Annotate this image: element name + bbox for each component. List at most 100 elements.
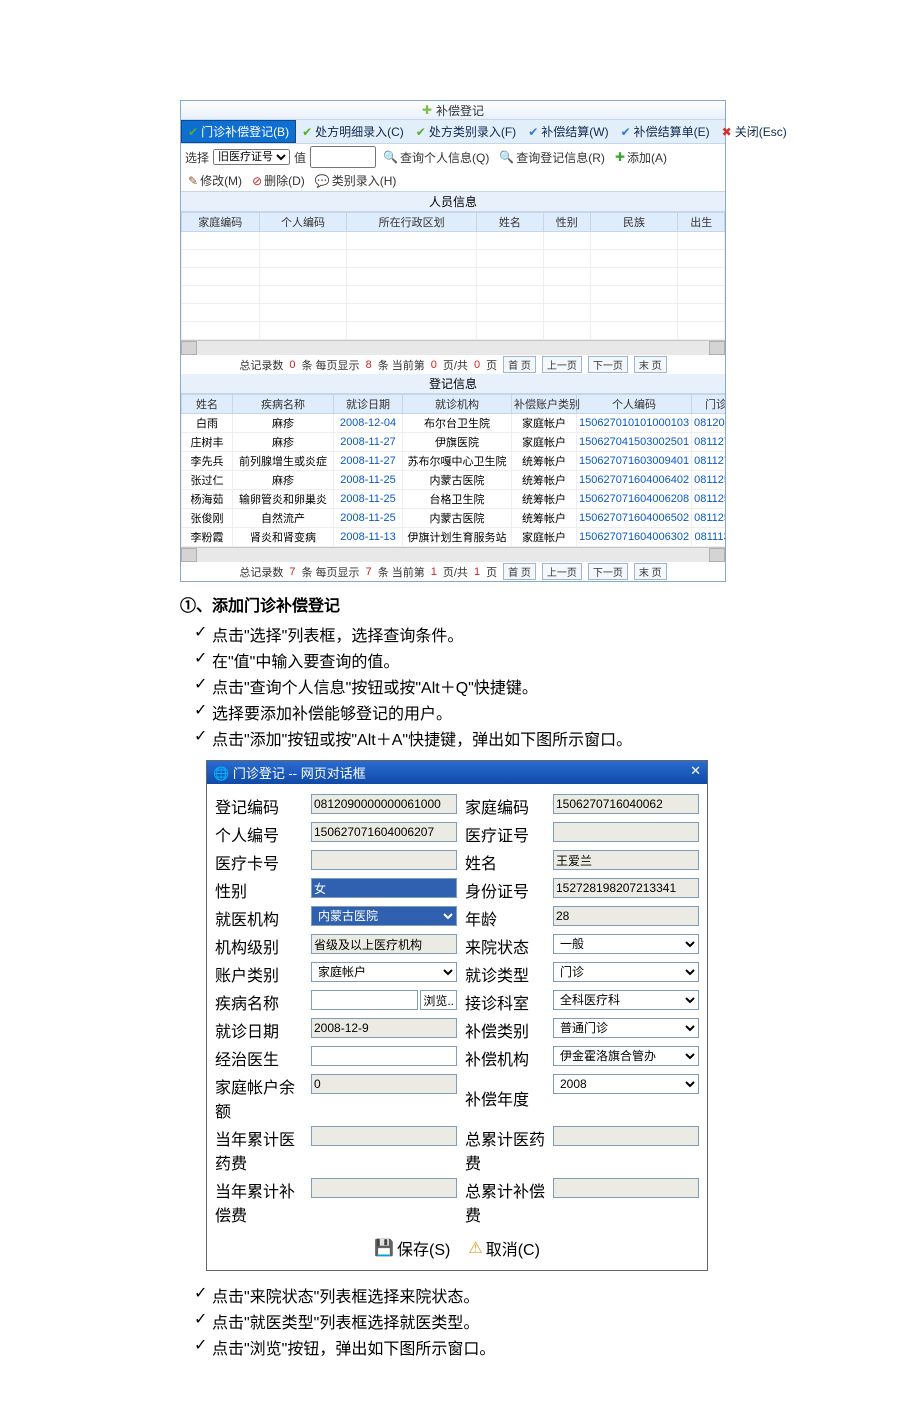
prev-page-button[interactable]: 上一页 <box>542 563 582 580</box>
lbl: 账户类别 <box>215 962 303 986</box>
class-button[interactable]: 💬类别录入(H) <box>312 172 400 189</box>
table-row[interactable] <box>182 232 725 250</box>
account-select[interactable]: 家庭帐户 <box>311 962 457 982</box>
pencil-icon: ✎ <box>188 174 198 188</box>
lbl: 经治医生 <box>215 1046 303 1070</box>
save-button[interactable]: 💾保存(S) <box>374 1236 450 1260</box>
reg-code-field[interactable] <box>311 794 457 814</box>
value-input[interactable] <box>310 146 376 168</box>
tab-outpatient-reg[interactable]: ✔门诊补偿登记(B) <box>181 120 296 143</box>
year-med-field[interactable] <box>311 1126 457 1146</box>
close-icon[interactable]: ✕ <box>690 763 701 782</box>
arrow-left-icon[interactable] <box>181 548 197 562</box>
lbl: 医疗证号 <box>465 822 545 846</box>
first-page-button[interactable]: 首 页 <box>503 563 536 580</box>
forbid-icon: ⊘ <box>252 174 262 188</box>
first-page-button[interactable]: 首 页 <box>503 356 536 373</box>
table-row[interactable] <box>182 268 725 286</box>
tab-close[interactable]: ✖关闭(Esc) <box>716 120 793 143</box>
col: 门诊 <box>692 395 726 414</box>
table-row[interactable]: 庄树丰麻疹2008-11-27伊旗医院家庭帐户15062704150300250… <box>182 433 726 452</box>
lbl: 就诊日期 <box>215 1018 303 1042</box>
last-page-button[interactable]: 末 页 <box>634 563 667 580</box>
modify-button[interactable]: ✎修改(M) <box>185 172 245 189</box>
scrollbar-h[interactable] <box>181 547 725 562</box>
table-row[interactable] <box>182 322 725 340</box>
col: 就诊机构 <box>403 395 512 414</box>
value-label: 值 <box>294 149 306 166</box>
table-row[interactable]: 李粉霞肾炎和肾变病2008-11-13伊旗计划生育服务站家庭帐户15062707… <box>182 528 726 547</box>
balance-field[interactable] <box>311 1074 457 1094</box>
table-row[interactable] <box>182 250 725 268</box>
section-title-people: 人员信息 <box>181 192 725 212</box>
visit-date-field[interactable] <box>311 1018 457 1038</box>
total-comp-field[interactable] <box>553 1178 699 1198</box>
visit-type-select[interactable]: 门诊 <box>553 962 699 982</box>
app-title: 补偿登记 <box>436 102 484 119</box>
tab-settle-sheet[interactable]: ✔补偿结算单(E) <box>615 120 716 143</box>
status-select[interactable]: 一般 <box>553 934 699 954</box>
lbl: 年龄 <box>465 906 545 930</box>
scrollbar-h[interactable] <box>181 340 725 355</box>
arrow-right-icon[interactable] <box>709 548 725 562</box>
next-page-button[interactable]: 下一页 <box>588 356 628 373</box>
query-reg-button[interactable]: 🔍查询登记信息(R) <box>496 149 608 166</box>
dept-select[interactable]: 全科医疗科 <box>553 990 699 1010</box>
step: 点击"选择"列表框，选择查询条件。 <box>194 622 740 646</box>
name-field[interactable] <box>553 850 699 870</box>
hospital-select[interactable]: 内蒙古医院 <box>311 906 457 926</box>
med-card-field[interactable] <box>311 850 457 870</box>
query-person-button[interactable]: 🔍查询个人信息(Q) <box>380 149 492 166</box>
idno-field[interactable] <box>553 878 699 898</box>
next-page-button[interactable]: 下一页 <box>588 563 628 580</box>
med-cert-field[interactable] <box>553 822 699 842</box>
lbl: 登记编码 <box>215 794 303 818</box>
lbl: 补偿类别 <box>465 1018 545 1042</box>
arrow-left-icon[interactable] <box>181 341 197 355</box>
total-med-field[interactable] <box>553 1126 699 1146</box>
lbl: 个人编号 <box>215 822 303 846</box>
comp-org-select[interactable]: 伊金霍洛旗合管办 <box>553 1046 699 1066</box>
browse-button[interactable] <box>420 990 457 1010</box>
year-comp-field[interactable] <box>311 1178 457 1198</box>
age-field[interactable] <box>553 906 699 926</box>
check-icon: ✔ <box>302 125 312 139</box>
col: 性别 <box>543 213 590 232</box>
table-row[interactable]: 张俊刚自然流产2008-11-25内蒙古医院统筹帐户15062707160400… <box>182 509 726 528</box>
search-icon: 🔍 <box>383 150 398 164</box>
prev-page-button[interactable]: 上一页 <box>542 356 582 373</box>
year-select[interactable]: 2008 <box>553 1074 699 1094</box>
table-row[interactable] <box>182 286 725 304</box>
comp-type-select[interactable]: 普通门诊 <box>553 1018 699 1038</box>
family-code-field[interactable] <box>553 794 699 814</box>
select-field[interactable]: 旧医疗证号 <box>213 149 290 165</box>
col: 就诊日期 <box>334 395 403 414</box>
arrow-right-icon[interactable] <box>709 341 725 355</box>
col: 姓名 <box>476 213 543 232</box>
tab-settle[interactable]: ✔补偿结算(W) <box>522 120 614 143</box>
tab-rx-detail[interactable]: ✔处方明细录入(C) <box>296 120 410 143</box>
cancel-button[interactable]: ⚠取消(C) <box>468 1236 540 1260</box>
last-page-button[interactable]: 末 页 <box>634 356 667 373</box>
check-icon: ✔ <box>188 125 198 139</box>
table-row[interactable] <box>182 304 725 322</box>
doctor-field[interactable] <box>311 1046 457 1066</box>
people-pager: 总记录数0 条 每页显示8 条 当前第0 页/共0 页 首 页 上一页 下一页 … <box>181 355 725 374</box>
lbl: 家庭编码 <box>465 794 545 818</box>
person-no-field[interactable] <box>311 822 457 842</box>
gender-field[interactable] <box>311 878 457 898</box>
delete-button[interactable]: ⊘删除(D) <box>249 172 308 189</box>
table-row[interactable]: 张过仁麻疹2008-11-25内蒙古医院统筹帐户1506270716040064… <box>182 471 726 490</box>
table-row[interactable]: 李先兵前列腺增生或炎症2008-11-27苏布尔嘎中心卫生院统筹帐户150627… <box>182 452 726 471</box>
select-label: 选择 <box>185 149 209 166</box>
lbl: 机构级别 <box>215 934 303 958</box>
col: 家庭编码 <box>182 213 260 232</box>
dialog-form: 登记编码 家庭编码 个人编号 医疗证号 医疗卡号 姓名 性别 身份证号 就医机构… <box>215 794 699 1226</box>
tab-bar: ✔门诊补偿登记(B) ✔处方明细录入(C) ✔处方类别录入(F) ✔补偿结算(W… <box>181 119 725 144</box>
table-row[interactable]: 杨海茹输卵管炎和卵巢炎2008-11-25台格卫生院统筹帐户1506270716… <box>182 490 726 509</box>
disease-field[interactable] <box>311 990 418 1010</box>
tab-rx-class[interactable]: ✔处方类别录入(F) <box>410 120 522 143</box>
org-level-field[interactable] <box>311 934 457 954</box>
add-button[interactable]: ✚添加(A) <box>612 149 670 166</box>
table-row[interactable]: 白雨麻疹2008-12-04布尔台卫生院家庭帐户1506270101010001… <box>182 414 726 433</box>
